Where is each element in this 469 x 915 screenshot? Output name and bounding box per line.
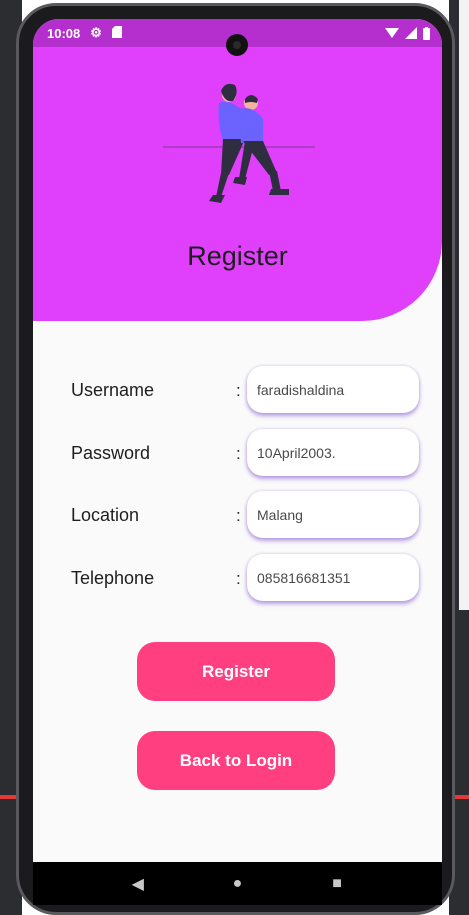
- background-panel: [459, 0, 469, 610]
- telephone-input[interactable]: [247, 554, 419, 601]
- signal-icon: [405, 27, 417, 39]
- status-right-icons: [385, 26, 430, 40]
- header-banner: 10:08 ⚙ Register: [33, 19, 442, 321]
- status-time: 10:08: [47, 25, 81, 41]
- username-row: Username :: [71, 366, 425, 414]
- password-input[interactable]: [247, 429, 419, 476]
- location-colon: :: [236, 506, 241, 525]
- front-camera: [226, 34, 248, 56]
- location-input[interactable]: [247, 491, 419, 538]
- register-button[interactable]: Register: [137, 642, 335, 701]
- password-row: Password :: [71, 429, 425, 477]
- location-label: Location: [71, 505, 140, 525]
- password-colon: :: [236, 444, 241, 463]
- phone-screen: 10:08 ⚙ Register Username: faradishaldi…: [33, 19, 442, 905]
- username-label: Username: [71, 380, 155, 400]
- battery-icon: [423, 26, 430, 40]
- telephone-colon: :: [236, 569, 241, 588]
- password-label: Password: [71, 443, 151, 463]
- location-row: Location :: [71, 491, 425, 539]
- page-title: Register: [187, 241, 288, 271]
- username-input[interactable]: [247, 366, 419, 413]
- back-to-login-button[interactable]: Back to Login: [137, 731, 335, 790]
- home-icon[interactable]: ●: [222, 875, 252, 893]
- telephone-row: Telephone :: [71, 554, 425, 602]
- back-icon[interactable]: ◀: [123, 874, 153, 894]
- username-colon: :: [236, 381, 241, 400]
- sd-card-icon: [111, 25, 122, 41]
- telephone-label: Telephone: [71, 568, 155, 588]
- wifi-icon: [385, 28, 399, 38]
- recents-icon[interactable]: ■: [322, 875, 352, 893]
- couple-illustration: [163, 83, 315, 203]
- gear-icon: ⚙: [90, 25, 102, 40]
- navigation-bar: ◀ ● ■: [33, 862, 442, 905]
